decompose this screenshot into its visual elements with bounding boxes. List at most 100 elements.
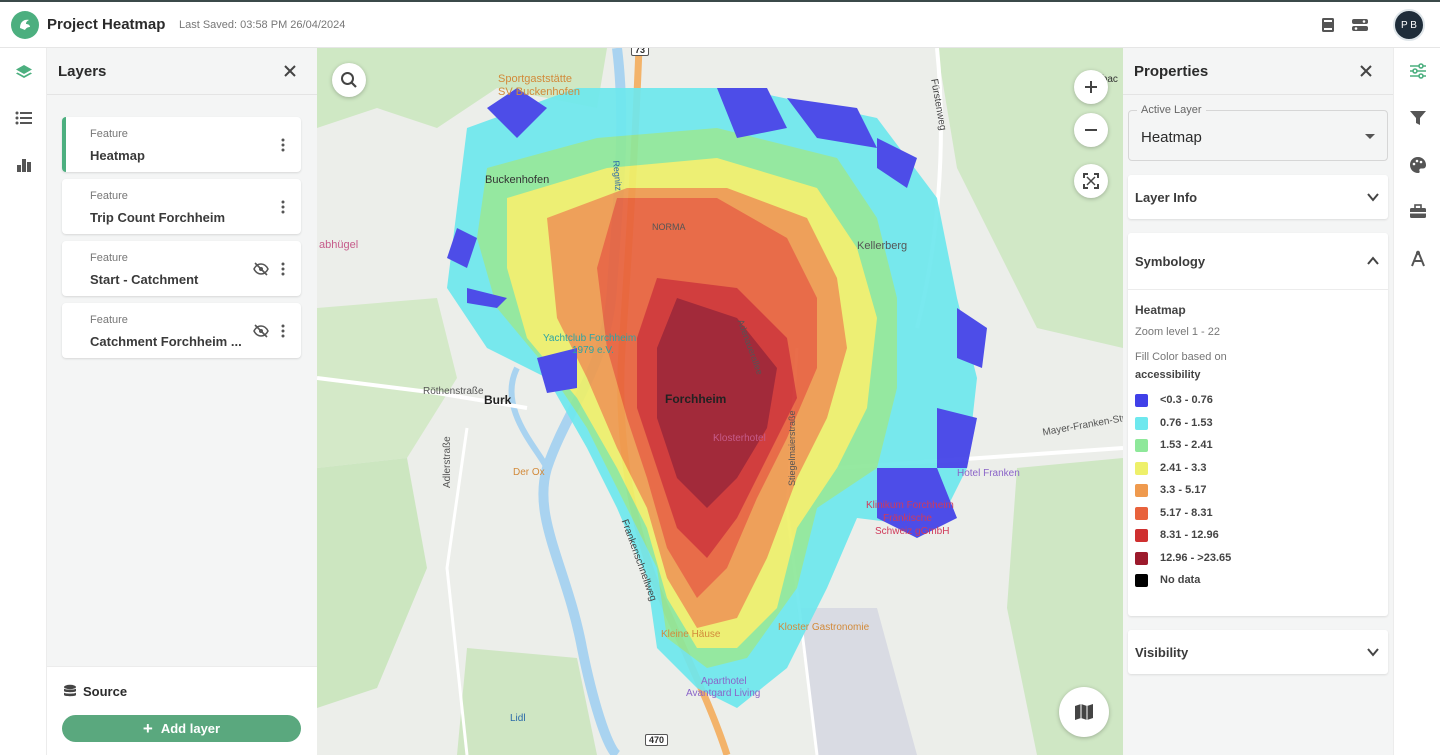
legend-item: 1.53 - 2.41 <box>1135 438 1213 452</box>
layer-name: Start - Catchment <box>90 272 199 287</box>
legend-item: 5.17 - 8.31 <box>1135 506 1213 520</box>
layer-more-icon[interactable] <box>275 261 291 277</box>
layers-panel-title: Layers <box>58 63 107 80</box>
database-icon <box>63 684 77 698</box>
layer-name: Trip Count Forchheim <box>90 210 226 225</box>
legend-swatch <box>1135 506 1148 520</box>
map-label: Schweiz gGmbH <box>875 526 950 537</box>
legend-label: 8.31 - 12.96 <box>1160 529 1219 541</box>
properties-panel: Properties Active Layer Heatmap Layer In… <box>1123 48 1393 755</box>
properties-sliders-icon[interactable] <box>1406 59 1430 83</box>
caret-down-icon <box>1365 134 1375 139</box>
zoom-out-button[interactable] <box>1074 113 1108 147</box>
map-label: Avantgard Living <box>686 688 761 699</box>
basemap-toggle-button[interactable] <box>1059 687 1109 737</box>
map-label: Kloster Gastronomie <box>778 622 870 633</box>
legend-label: 3.3 - 5.17 <box>1160 484 1207 496</box>
map-label: Lidl <box>510 713 526 724</box>
legend-swatch <box>1135 483 1148 497</box>
properties-header: Properties <box>1123 48 1393 95</box>
map-label: Yachtclub Forchheim <box>543 333 637 344</box>
map-label: Der Ox <box>513 467 545 478</box>
visibility-accordion[interactable]: Visibility <box>1128 630 1388 674</box>
chevron-down-icon <box>1367 648 1379 657</box>
layer-item-start-catchment[interactable]: Feature Start - Catchment <box>62 241 301 296</box>
legend-swatch <box>1135 461 1148 475</box>
app-logo-icon[interactable] <box>11 11 39 39</box>
server-toggle-icon[interactable] <box>1350 15 1370 35</box>
zoom-in-button[interactable] <box>1074 70 1108 104</box>
layers-panel: Layers Feature Heatmap Feature Trip Coun… <box>47 48 317 755</box>
chevron-up-icon <box>1367 256 1379 265</box>
active-layer-select[interactable]: Active Layer Heatmap <box>1128 104 1388 161</box>
map-search-button[interactable] <box>332 63 366 97</box>
legend-label: 12.96 - >23.65 <box>1160 552 1232 564</box>
map-label: Kleine Häuse <box>661 629 721 640</box>
fullscreen-button[interactable] <box>1074 164 1108 198</box>
legend-swatch <box>1135 438 1148 452</box>
close-properties-icon[interactable] <box>1358 63 1374 79</box>
scenario-tools-icon[interactable] <box>1406 247 1430 271</box>
charts-icon[interactable] <box>12 153 36 177</box>
active-layer-value: Heatmap <box>1141 129 1202 146</box>
chevron-down-icon <box>1367 193 1379 202</box>
layer-item-catchment-forchheim[interactable]: Feature Catchment Forchheim ... <box>62 303 301 358</box>
layer-info-header[interactable]: Layer Info <box>1128 175 1388 219</box>
layer-info-accordion[interactable]: Layer Info <box>1128 175 1388 219</box>
visibility-header[interactable]: Visibility <box>1128 630 1388 674</box>
map-label: NORMA <box>652 222 686 232</box>
symbology-layer-name: Heatmap <box>1135 303 1186 317</box>
map-label: Hotel Franken <box>957 468 1020 479</box>
layer-item-trip-count[interactable]: Feature Trip Count Forchheim <box>62 179 301 234</box>
toolbox-icon[interactable] <box>1406 199 1430 223</box>
legend-swatch <box>1135 528 1148 542</box>
map-label: Forchheim <box>665 392 727 406</box>
layer-type-label: Feature <box>90 252 128 264</box>
layer-more-icon[interactable] <box>275 199 291 215</box>
layer-name: Catchment Forchheim ... <box>90 334 242 349</box>
legend-label: 5.17 - 8.31 <box>1160 507 1213 519</box>
legend-list-icon[interactable] <box>12 106 36 130</box>
layer-more-icon[interactable] <box>275 323 291 339</box>
map-canvas[interactable]: Sportgaststätte SV Buckenhofen Buckenhof… <box>317 48 1123 755</box>
minus-icon <box>1085 129 1097 131</box>
active-layer-label: Active Layer <box>1137 104 1206 116</box>
project-title[interactable]: Project Heatmap <box>47 16 165 33</box>
legend-swatch <box>1135 551 1148 565</box>
layer-name: Heatmap <box>90 148 145 163</box>
palette-icon[interactable] <box>1406 153 1430 177</box>
legend-label: <0.3 - 0.76 <box>1160 394 1213 406</box>
map-label: Klinikum Forchheim <box>866 500 954 511</box>
legend-item: 2.41 - 3.3 <box>1135 461 1206 475</box>
map-label: Röthenstraße <box>423 386 484 397</box>
documentation-icon[interactable] <box>1318 15 1338 35</box>
map-label: SV Buckenhofen <box>498 86 580 98</box>
legend-label: 1.53 - 2.41 <box>1160 439 1213 451</box>
legend-swatch <box>1135 416 1148 430</box>
layer-more-icon[interactable] <box>275 137 291 153</box>
symbology-title: Symbology <box>1135 254 1206 269</box>
legend-item: 0.76 - 1.53 <box>1135 416 1213 430</box>
user-avatar[interactable]: P B <box>1393 9 1425 41</box>
symbology-zoom: Zoom level 1 - 22 <box>1135 326 1220 338</box>
visibility-title: Visibility <box>1135 645 1189 660</box>
map-label: 1979 e.V. <box>572 345 614 356</box>
visibility-off-icon[interactable] <box>253 261 269 277</box>
source-label[interactable]: Source <box>83 684 127 699</box>
close-layers-panel-icon[interactable] <box>282 63 298 79</box>
layer-item-heatmap[interactable]: Feature Heatmap <box>62 117 301 172</box>
legend-label: No data <box>1160 574 1201 586</box>
road-shield: 470 <box>645 734 669 746</box>
filter-icon[interactable] <box>1406 106 1430 130</box>
legend-item: 8.31 - 12.96 <box>1135 528 1219 542</box>
legend-label: 0.76 - 1.53 <box>1160 417 1213 429</box>
layer-type-label: Feature <box>90 128 128 140</box>
layer-type-label: Feature <box>90 190 128 202</box>
layers-icon[interactable] <box>12 60 36 84</box>
symbology-header[interactable]: Symbology <box>1128 233 1388 289</box>
visibility-off-icon[interactable] <box>253 323 269 339</box>
source-section: Source + Add layer <box>47 666 317 755</box>
legend-swatch <box>1135 573 1148 587</box>
add-layer-button[interactable]: + Add layer <box>62 715 301 742</box>
legend-label: 2.41 - 3.3 <box>1160 462 1207 474</box>
